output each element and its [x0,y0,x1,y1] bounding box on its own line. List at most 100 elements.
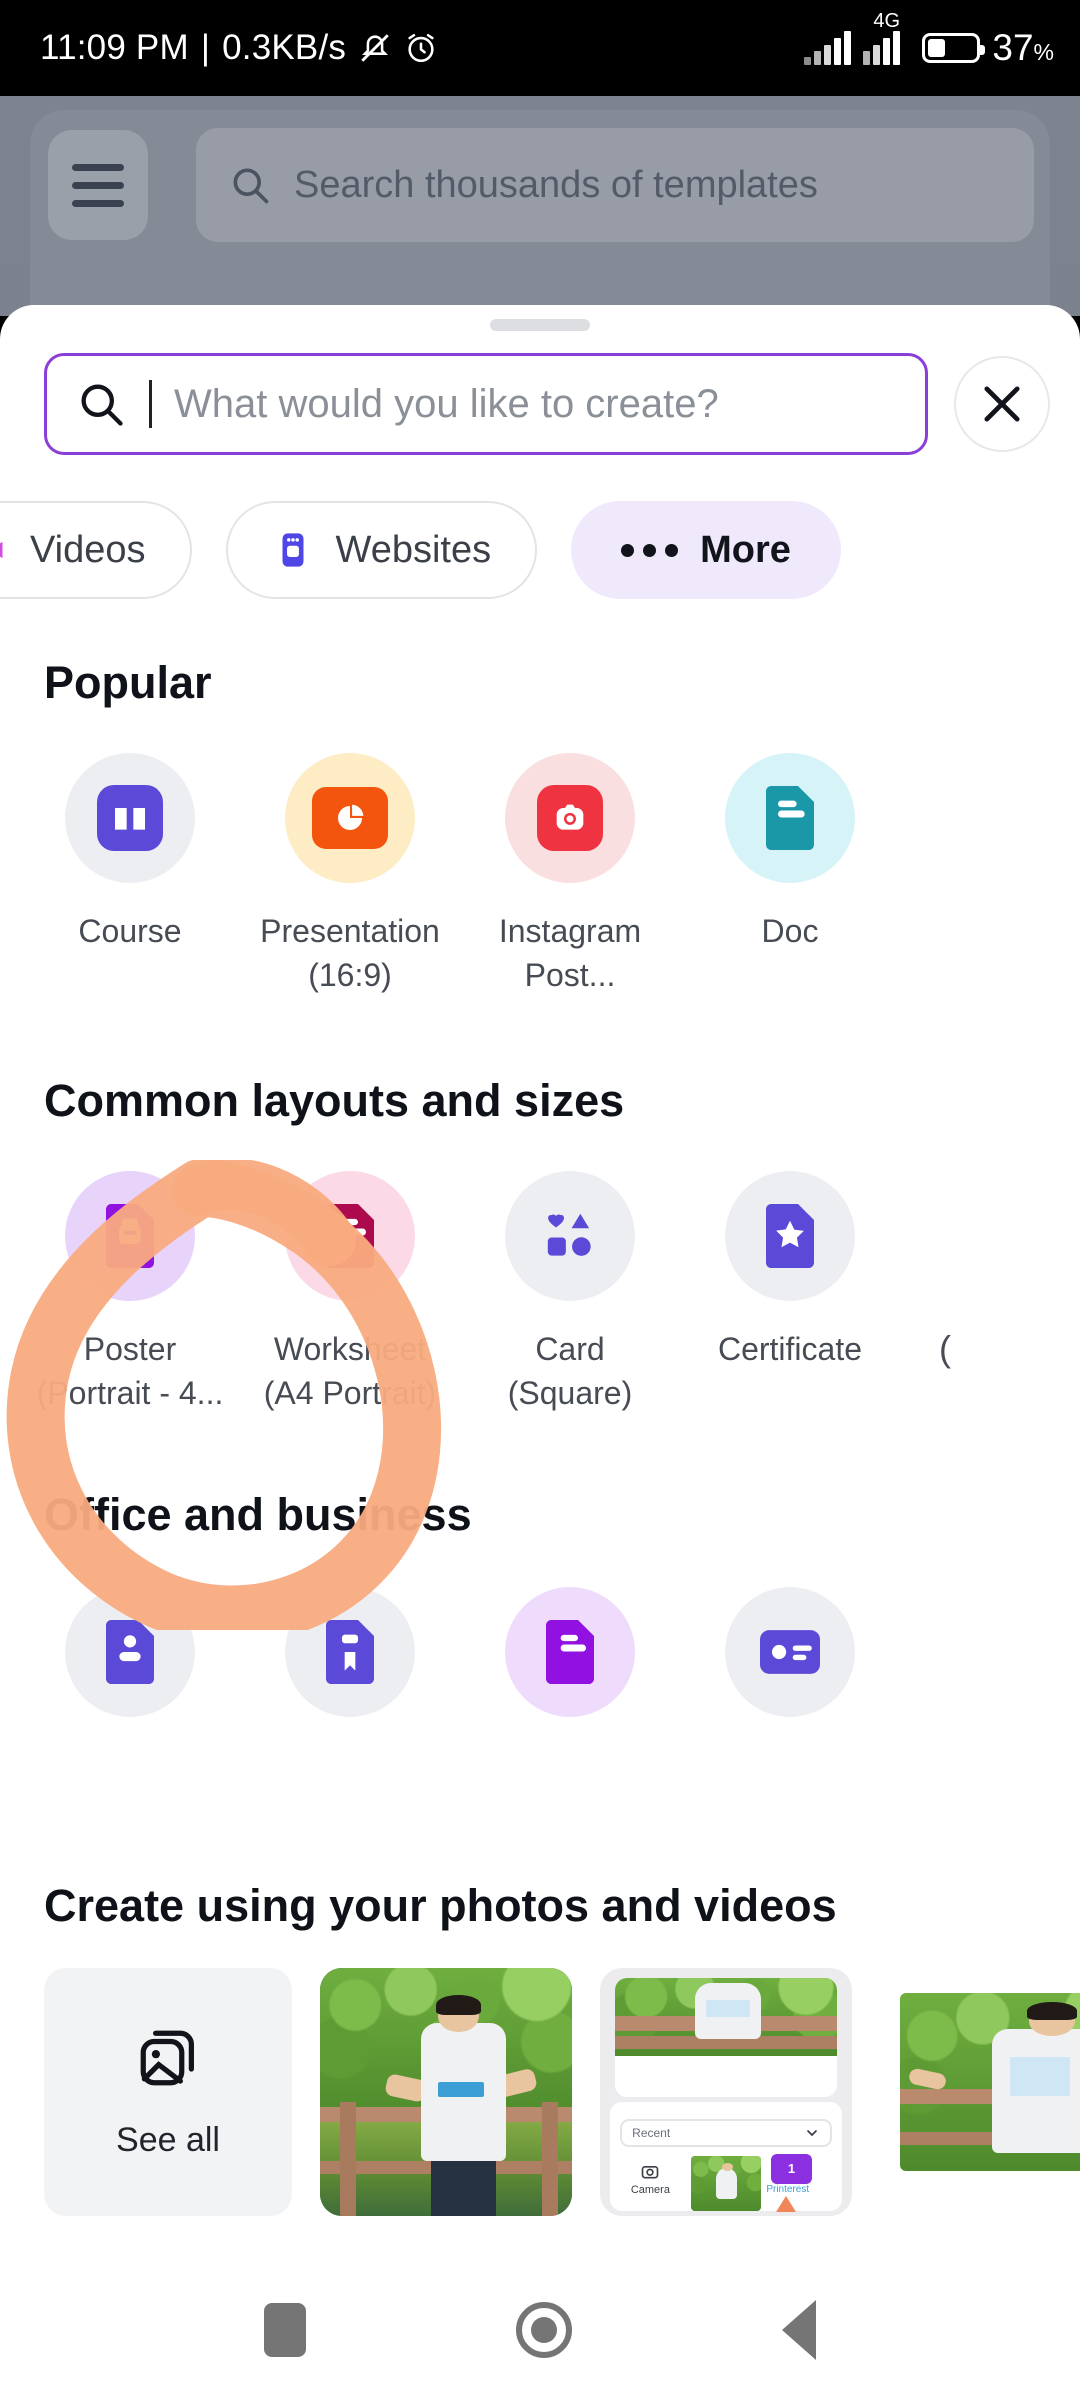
search-input[interactable]: What would you like to create? [44,353,928,455]
gallery-icon [140,2030,194,2085]
template-item-cutoff[interactable]: ( [900,1171,990,1415]
photo-shirt-logo [438,2082,484,2097]
resume-icon [106,1620,154,1684]
chevron-down-icon [806,2130,817,2137]
letter-icon [546,1620,594,1684]
template-item-letter[interactable] [460,1587,680,1743]
template-item-resume[interactable] [20,1587,240,1743]
website-icon [282,533,304,567]
screenshot-watermark: Printerest [766,2183,810,2195]
search-placeholder: What would you like to create? [174,381,719,426]
template-item-card[interactable]: Card (Square) [460,1171,680,1415]
category-chips[interactable]: Videos Websites More [0,501,1080,599]
photo-legs [430,2156,497,2216]
photo-inner [900,1992,1080,2172]
item-bubble [285,1587,415,1717]
see-all-button[interactable]: See all [44,1968,292,2216]
template-item-bookmark-doc[interactable] [240,1587,460,1743]
section-title-office-business: Office and business [44,1489,472,1540]
photo-hair [435,1995,482,2016]
screenshot-camera-label: Camera [630,2184,670,2197]
alarm-icon [408,33,434,63]
status-bar-right: 4G 37% [804,11,1054,69]
item-label: Worksheet (A4 Portrait) [263,1331,437,1411]
office-business-grid [0,1587,1080,1743]
photo-post [340,2101,357,2216]
instagram-icon [537,785,603,851]
photo-thumbnail-1[interactable] [320,1968,572,2216]
search-icon [81,384,123,426]
template-item-course[interactable]: Course [20,753,240,997]
item-label: Certificate [717,1331,863,1367]
recents-button[interactable] [264,2303,306,2357]
screenshot-dropdown-label: Recent [632,2125,671,2140]
template-item-instagram-post[interactable]: Instagram Post... [460,753,680,997]
back-button[interactable] [782,2300,816,2360]
sheet-drag-handle[interactable] [490,319,590,331]
close-button[interactable] [954,356,1050,452]
text-caret [149,380,152,428]
template-item-certificate[interactable]: Certificate [680,1171,900,1415]
home-button[interactable] [516,2302,572,2358]
status-separator: | [200,28,211,67]
status-time: 11:09 PM [40,28,189,67]
ellipsis-icon [621,543,679,557]
item-bubble [65,753,195,883]
chip-label: Websites [335,528,492,571]
chip-label: Videos [30,528,146,571]
item-bubble [505,1587,635,1717]
photos-videos-section: Create using your photos and videos See … [0,1840,1080,2260]
item-bubble [285,1171,415,1301]
status-bar: 11:09 PM | 0.3KB/s 4G 37% [0,0,1080,96]
screenshot-selection-badge: 1 [771,2154,812,2184]
hamburger-menu-icon[interactable] [48,130,148,240]
common-layouts-grid: Poster (Portrait - 4... Worksheet (A4 Po… [0,1171,1080,1415]
template-item-poster[interactable]: Poster (Portrait - 4... [20,1171,240,1415]
chip-websites[interactable]: Websites [225,501,538,599]
shapes-icon [547,1213,591,1256]
background-search-placeholder: Search thousands of templates [294,163,818,206]
sheet-search-row: What would you like to create? [0,331,1080,455]
screenshot-gallery-thumb [690,2156,762,2212]
camera-icon [642,2166,659,2179]
search-icon [233,168,269,204]
photo-frame [880,1968,1080,2216]
item-bubble [505,753,635,883]
network-type-label: 4G [873,10,901,32]
screenshot-photo [615,1977,837,2057]
background-search-bar[interactable]: Search thousands of templates [196,128,1034,242]
book-icon [97,785,163,851]
item-label: Course [78,913,182,949]
poster-icon [106,1204,154,1268]
item-label: Instagram Post... [498,913,642,993]
item-bubble [880,1171,1010,1301]
template-item-id-card[interactable] [680,1587,900,1743]
status-bar-left: 11:09 PM | 0.3KB/s [40,28,438,68]
see-all-label: See all [116,2120,220,2159]
item-label: Doc [761,913,819,949]
video-icon [0,541,3,559]
chip-more[interactable]: More [571,501,841,599]
screenshot-camera-option: Camera [623,2161,678,2196]
item-bubble [65,1171,195,1301]
item-label: Poster (Portrait - 4... [36,1331,224,1411]
screenshot-preview-card [615,1977,837,2097]
template-item-presentation[interactable]: Presentation (16:9) [240,753,460,997]
item-label: Card (Square) [507,1331,633,1411]
battery-percent-symbol: % [1033,39,1054,65]
mute-icon [361,34,389,62]
pie-chart-icon [312,787,388,849]
chip-videos[interactable]: Videos [0,501,192,599]
id-card-icon [760,1630,820,1674]
photo-thumbnail-2[interactable]: Recent Camera 1 Printerest [600,1968,852,2216]
photo-thumbnail-3[interactable] [880,1968,1080,2216]
item-bubble [505,1171,635,1301]
screenshot-source-dropdown: Recent [620,2119,832,2147]
battery-percent: 37% [992,27,1054,69]
template-item-doc[interactable]: Doc [680,753,900,997]
photos-row: See all Recent Camera 1 Printerest [0,1932,1080,2216]
item-label: Presentation (16:9) [260,913,440,993]
section-title-popular: Popular [44,657,212,708]
template-item-worksheet[interactable]: Worksheet (A4 Portrait) [240,1171,460,1415]
item-bubble [285,753,415,883]
